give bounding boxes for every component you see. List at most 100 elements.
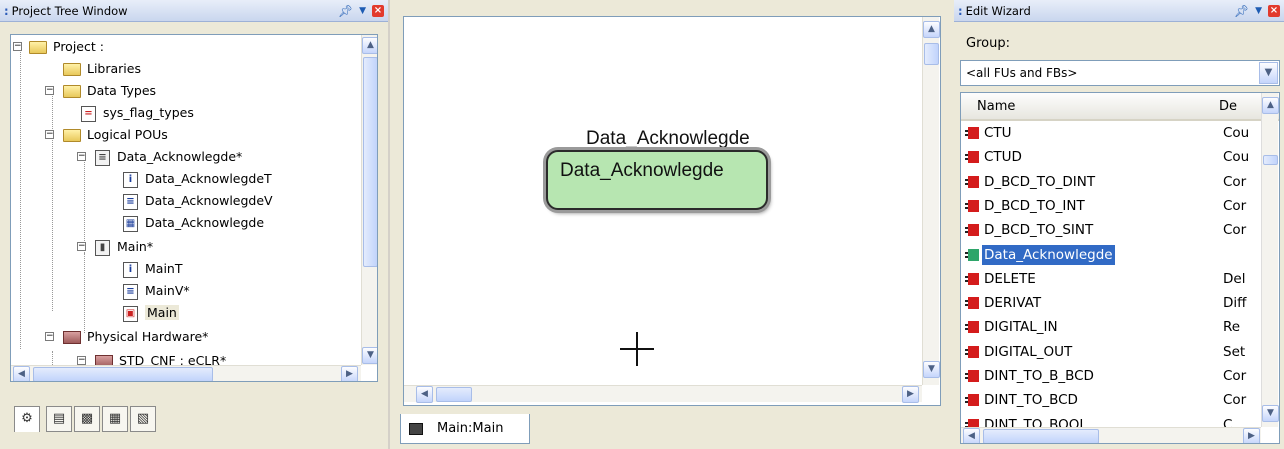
list-item-name: DIGITAL_IN [984,319,1058,336]
program-icon: ▮ [95,239,110,256]
editor-vertical-scrollbar[interactable]: ▲ ▼ [922,17,940,385]
project-tree-panel: : Project Tree Window 📌︎ ▼ × − Project : … [0,0,388,449]
info-icon: i [123,171,138,188]
tab-variables-icon[interactable]: ▦ [102,406,128,432]
scroll-thumb[interactable] [1263,155,1278,165]
fbd-worksheet[interactable]: ▲ ▼ ◀ ▶ [403,16,941,406]
tab-libraries-icon[interactable]: ▤ [46,406,72,432]
list-item-description: Cor [1223,173,1247,190]
tree-node-logical-pous[interactable]: − Logical POUs [45,125,168,145]
info-icon: i [123,261,138,278]
scroll-right-icon[interactable]: ▶ [341,366,358,381]
tree-node-data-acknowlegde-pou[interactable]: − ≡ Data_Acknowlegde* [77,147,242,167]
list-item-name: DELETE [984,270,1036,287]
scroll-thumb[interactable] [33,367,213,381]
fb-instance-name: Data_Acknowlegde [586,128,750,149]
list-item-name: DINT_TO_B_BCD [984,368,1094,384]
group-value: <all FUs and FBs> [966,66,1078,80]
scroll-left-icon[interactable]: ◀ [13,366,30,381]
function-block-icon [965,175,979,188]
worksheet-icon [409,423,423,435]
fb-type-name: Data_Acknowlegde [560,160,724,181]
scroll-up-icon[interactable]: ▲ [1262,97,1279,114]
chevron-down-icon[interactable]: ▼ [1259,62,1278,84]
fbd-worksheet-icon: ▣ [123,305,138,322]
group-select[interactable]: <all FUs and FBs> ▼ [960,60,1280,86]
scroll-down-icon[interactable]: ▼ [362,347,377,364]
scroll-down-icon[interactable]: ▼ [1262,405,1279,422]
project-tree-tabs: ⚙ ▤ ▩ ▦ ▧ [10,402,378,442]
list-item[interactable]: CTUD Cou [961,145,1261,169]
dropdown-arrow-icon[interactable]: ▼ [1255,0,1262,22]
list-item[interactable]: Data_Acknowlegde [961,243,1261,267]
list-item[interactable]: D_BCD_TO_INT Cor [961,194,1261,218]
pin-icon[interactable]: 📌︎ [1234,0,1249,22]
dropdown-arrow-icon[interactable]: ▼ [359,0,366,22]
list-item-name: D_BCD_TO_SINT [984,222,1094,239]
tree-node-main-v[interactable]: ≡ MainV* [123,281,190,301]
tab-main-main[interactable]: Main:Main [400,414,530,444]
scroll-right-icon[interactable]: ▶ [1243,428,1260,443]
tree-node-data-types[interactable]: − Data Types [45,81,156,101]
scroll-thumb[interactable] [924,43,939,65]
tree-node-data-acknowlegde-t[interactable]: i Data_AcknowlegdeT [123,169,272,189]
tree-node-data-acknowlegde-code[interactable]: ▦ Data_Acknowlegde [123,213,264,233]
code-worksheet-icon: ▦ [123,215,138,232]
scroll-up-icon[interactable]: ▲ [923,21,940,38]
datatype-icon: = [81,105,96,122]
grip-icon: : [958,4,963,18]
list-item[interactable]: D_BCD_TO_DINT Cor [961,170,1261,194]
tree-node-main-t[interactable]: i MainT [123,259,182,279]
scroll-thumb[interactable] [436,387,472,402]
scroll-right-icon[interactable]: ▶ [902,386,919,403]
scroll-up-icon[interactable]: ▲ [362,37,377,54]
list-item[interactable]: CTU Cou [961,121,1261,145]
editor-horizontal-scrollbar[interactable]: ◀ ▶ [404,385,922,403]
scroll-left-icon[interactable]: ◀ [963,428,980,443]
function-block-icon [965,297,979,310]
list-item-description: Cor [1223,368,1247,384]
column-header-description[interactable]: De [1219,99,1237,114]
close-icon[interactable]: × [372,5,384,17]
list-item-description: Set [1223,343,1246,360]
list-vertical-scrollbar[interactable]: ▲ ▼ [1261,93,1279,427]
tab-instances-icon[interactable]: ▩ [74,406,100,432]
list-item[interactable]: DIGITAL_IN Re [961,315,1261,339]
tree-node-main-code[interactable]: ▣ Main [123,303,179,323]
list-item[interactable]: D_BCD_TO_SINT Cor [961,218,1261,242]
edit-wizard-title: Edit Wizard [965,4,1031,18]
list-item[interactable]: DINT_TO_BCD Cor [961,388,1261,412]
list-horizontal-scrollbar[interactable]: ◀ ▶ [961,427,1261,443]
tab-io-icon[interactable]: ▧ [130,406,156,432]
crosshair-cursor-icon [620,332,654,366]
pin-icon[interactable]: 📌︎ [338,0,353,22]
function-block-icon [965,394,979,407]
scroll-left-icon[interactable]: ◀ [416,386,433,403]
scroll-down-icon[interactable]: ▼ [923,361,940,378]
list-item[interactable]: DINT_TO_B_BCD Cor [961,364,1261,388]
fb-list: Name De CTU Cou CTUD Cou D_BCD_TO_DINT Cor D_B… [960,92,1280,444]
scroll-thumb[interactable] [363,57,377,267]
function-block-icon [965,151,979,164]
tree-node-data-acknowlegde-v[interactable]: ≡ Data_AcknowlegdeV [123,191,273,211]
list-item[interactable]: DERIVAT Diff [961,291,1261,315]
tab-project-icon[interactable]: ⚙ [14,406,40,432]
list-item[interactable]: DELETE Del [961,267,1261,291]
tab-label: Main:Main [437,421,504,436]
tree-node-project[interactable]: − Project : [13,37,104,57]
tree-node-libraries[interactable]: Libraries [63,59,141,79]
function-block-icon [965,248,979,261]
function-block-icon [965,224,979,237]
tree-vertical-scrollbar[interactable]: ▲ ▼ [361,35,377,365]
tree-node-physical-hardware[interactable]: − Physical Hardware* [45,327,208,347]
column-header-name[interactable]: Name [977,99,1015,114]
close-icon[interactable]: × [1268,5,1280,17]
list-item-name: Data_Acknowlegde [982,244,1115,265]
tree-horizontal-scrollbar[interactable]: ◀ ▶ [11,365,361,381]
list-item-name: DIGITAL_OUT [984,343,1073,360]
list-item-description: Cor [1223,197,1247,214]
tree-node-sys-flag-types[interactable]: = sys_flag_types [81,103,194,123]
scroll-thumb[interactable] [983,429,1099,443]
list-item[interactable]: DIGITAL_OUT Set [961,340,1261,364]
tree-node-main-pou[interactable]: − ▮ Main* [77,237,153,257]
